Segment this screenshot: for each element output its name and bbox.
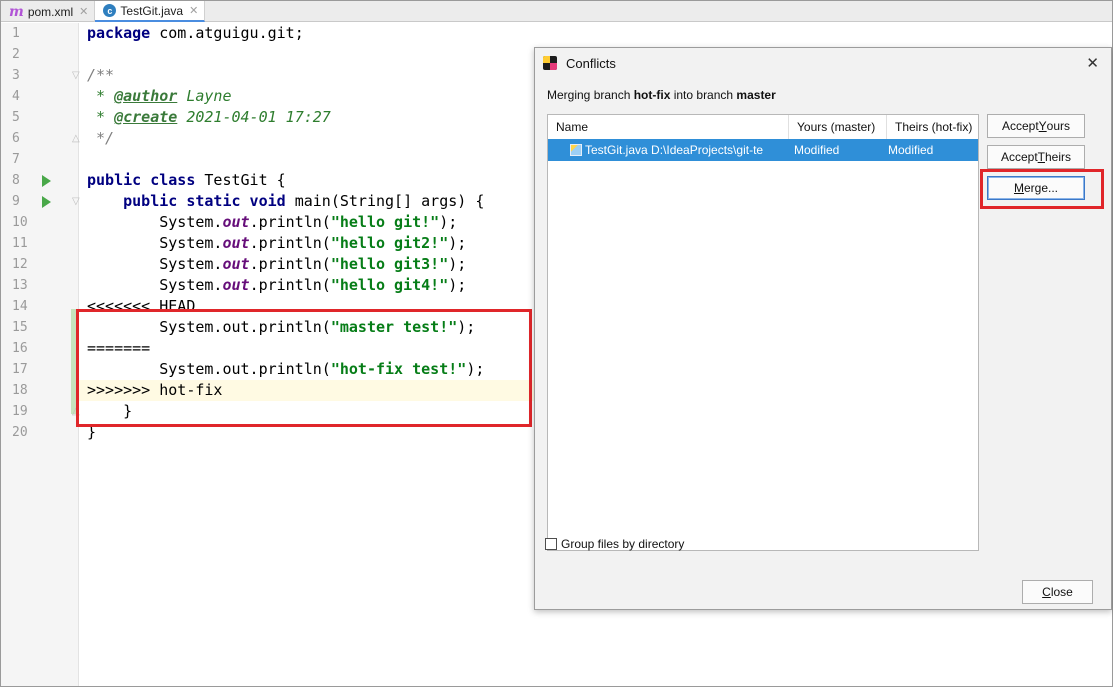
line-number: 9 bbox=[12, 194, 20, 209]
tab-testgit-java[interactable]: c TestGit.java ✕ bbox=[95, 1, 206, 22]
column-header-yours[interactable]: Yours (master) bbox=[788, 115, 886, 139]
merge-message: Merging branch hot-fix into branch maste… bbox=[547, 88, 776, 102]
close-tab-icon[interactable]: ✕ bbox=[79, 5, 88, 18]
line-number: 10 bbox=[12, 215, 28, 230]
editor-gutter: 1 2 3 4 5 6 7 8 9 10 11 12 13 14 15 16 1… bbox=[1, 23, 80, 686]
theirs-status-cell: Modified bbox=[888, 143, 934, 157]
line-number: 6 bbox=[12, 131, 20, 146]
line-number: 16 bbox=[12, 341, 28, 356]
tab-label: pom.xml bbox=[27, 4, 74, 19]
source-branch: hot-fix bbox=[633, 88, 671, 102]
line-number: 8 bbox=[12, 173, 20, 188]
dialog-title: Conflicts bbox=[566, 55, 616, 71]
line-number: 19 bbox=[12, 404, 28, 419]
target-branch: master bbox=[736, 88, 776, 102]
close-dialog-icon[interactable]: ✕ bbox=[1086, 54, 1099, 72]
java-file-icon bbox=[570, 144, 582, 156]
line-number: 2 bbox=[12, 47, 20, 62]
file-name-cell: TestGit.java D:\IdeaProjects\git-te bbox=[570, 139, 792, 161]
line-number: 5 bbox=[12, 110, 20, 125]
checkbox-box[interactable] bbox=[545, 538, 557, 550]
close-tab-icon[interactable]: ✕ bbox=[189, 4, 198, 17]
conflicts-dialog: Conflicts ✕ Merging branch hot-fix into … bbox=[534, 47, 1112, 610]
line-number: 1 bbox=[12, 26, 20, 41]
run-main-icon[interactable] bbox=[42, 196, 51, 208]
line-number: 3 bbox=[12, 68, 20, 83]
line-number: 17 bbox=[12, 362, 28, 377]
accept-yours-button[interactable]: Accept Yours bbox=[987, 114, 1085, 138]
line-number: 4 bbox=[12, 89, 20, 104]
maven-icon: m bbox=[9, 3, 24, 20]
group-files-label: Group files by directory bbox=[561, 537, 685, 551]
column-header-theirs[interactable]: Theirs (hot-fix) bbox=[886, 115, 978, 139]
table-row[interactable]: TestGit.java D:\IdeaProjects\git-te Modi… bbox=[548, 139, 978, 161]
group-files-checkbox[interactable]: Group files by directory bbox=[545, 537, 684, 551]
close-button[interactable]: Close bbox=[1022, 580, 1093, 604]
accept-theirs-button[interactable]: Accept Theirs bbox=[987, 145, 1085, 169]
dialog-title-bar: Conflicts bbox=[535, 48, 1111, 78]
line-number: 15 bbox=[12, 320, 28, 335]
line-number: 13 bbox=[12, 278, 28, 293]
conflicts-table[interactable]: Name Yours (master) Theirs (hot-fix) Tes… bbox=[547, 114, 979, 551]
yours-status-cell: Modified bbox=[794, 143, 840, 157]
code-line-1: package com.atguigu.git; bbox=[87, 24, 304, 42]
tab-pom-xml[interactable]: m pom.xml ✕ bbox=[1, 1, 96, 22]
line-number: 12 bbox=[12, 257, 28, 272]
run-class-icon[interactable] bbox=[42, 175, 51, 187]
tab-label: TestGit.java bbox=[120, 3, 184, 18]
intellij-app-icon bbox=[543, 56, 557, 70]
line-number: 14 bbox=[12, 299, 28, 314]
merge-highlight-box bbox=[980, 169, 1104, 209]
column-header-name[interactable]: Name bbox=[548, 115, 788, 139]
line-number: 11 bbox=[12, 236, 28, 251]
conflict-highlight-box bbox=[76, 309, 532, 427]
line-number: 18 bbox=[12, 383, 28, 398]
editor-tab-bar: m pom.xml ✕ c TestGit.java ✕ bbox=[1, 1, 1112, 22]
line-number: 7 bbox=[12, 152, 20, 167]
java-class-icon: c bbox=[103, 4, 117, 17]
line-number: 20 bbox=[12, 425, 28, 440]
